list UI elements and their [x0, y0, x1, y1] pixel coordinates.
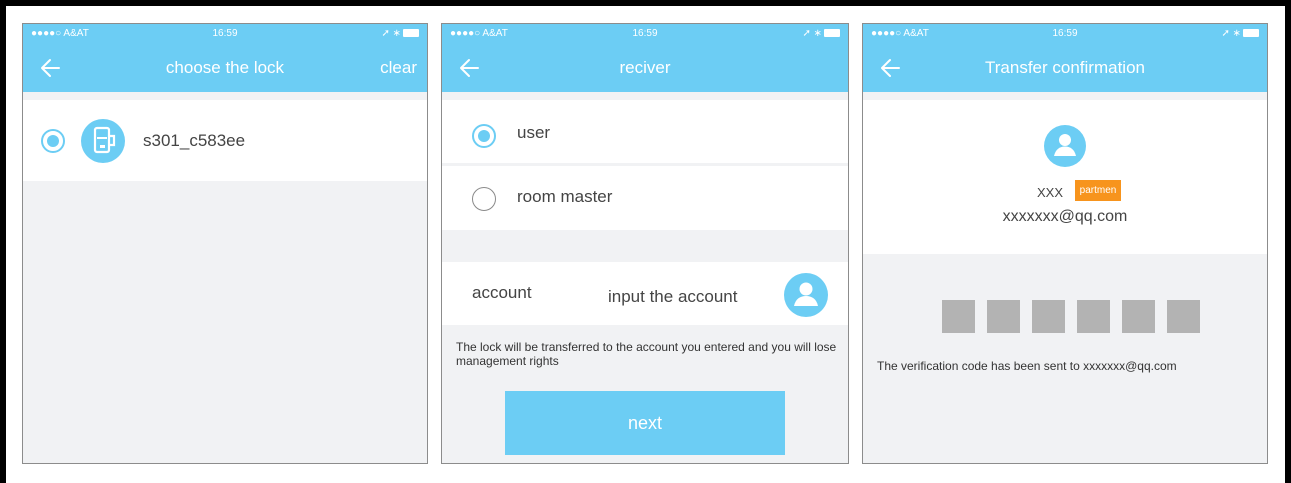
- account-row: account input the account: [442, 262, 848, 325]
- recipient-email: xxxxxxx@qq.com: [1002, 208, 1128, 225]
- nav-bar: reciver: [442, 44, 848, 92]
- lock-list-item[interactable]: s301_c583ee: [23, 100, 427, 181]
- screen-transfer-confirmation: ●●●●○ A&AT 16:59 ➚ ∗ Transfer confirmati…: [862, 23, 1268, 464]
- recipient-card: XXX partmen xxxxxxx@qq.com: [863, 100, 1267, 254]
- battery-icon: ➚ ∗: [802, 28, 840, 39]
- option-room-master-label: room master: [517, 187, 613, 206]
- screen-choose-lock: ●●●●○ A&AT 16:59 ➚ ∗ choose the lock cle…: [22, 23, 428, 464]
- page-title: choose the lock: [165, 58, 285, 77]
- page-title: reciver: [619, 58, 671, 77]
- status-bar: ●●●●○ A&AT 16:59 ➚ ∗: [23, 24, 427, 44]
- code-box: [942, 300, 975, 333]
- code-box: [1167, 300, 1200, 333]
- frame-border-right: [1285, 0, 1291, 483]
- recipient-avatar-icon: [1044, 125, 1086, 167]
- lock-name: s301_c583ee: [143, 131, 246, 150]
- nav-bar: choose the lock clear: [23, 44, 427, 92]
- option-user[interactable]: user: [442, 100, 848, 163]
- page-title: Transfer confirmation: [985, 58, 1145, 77]
- clear-button[interactable]: clear: [380, 58, 417, 78]
- code-box: [987, 300, 1020, 333]
- status-time: 16:59: [212, 28, 238, 39]
- option-room-master[interactable]: room master: [442, 166, 848, 230]
- code-box: [1077, 300, 1110, 333]
- code-box: [1122, 300, 1155, 333]
- code-box: [1032, 300, 1065, 333]
- role-badge: partmen: [1075, 180, 1121, 201]
- battery-icon: ➚ ∗: [381, 28, 419, 39]
- status-bar: ●●●●○ A&AT 16:59 ➚ ∗: [442, 24, 848, 44]
- room-master-radio[interactable]: [472, 187, 496, 211]
- next-button[interactable]: next: [505, 391, 785, 455]
- battery-icon: ➚ ∗: [1221, 28, 1259, 39]
- recipient-name: XXX: [1037, 185, 1064, 200]
- account-input[interactable]: input the account: [608, 287, 737, 307]
- status-time: 16:59: [1052, 28, 1078, 39]
- status-bar: ●●●●○ A&AT 16:59 ➚ ∗: [863, 24, 1267, 44]
- transfer-notice: The lock will be transferred to the acco…: [456, 340, 837, 368]
- nav-bar: Transfer confirmation: [863, 44, 1267, 92]
- screen-receiver: ●●●●○ A&AT 16:59 ➚ ∗ reciver user room m…: [441, 23, 849, 464]
- contact-icon[interactable]: [784, 273, 828, 317]
- user-radio[interactable]: [472, 124, 496, 148]
- frame-border-left: [0, 0, 6, 483]
- option-user-label: user: [517, 123, 551, 142]
- frame-border-top: [0, 0, 1291, 6]
- status-time: 16:59: [632, 28, 658, 39]
- lock-device-icon: [81, 119, 125, 163]
- lock-radio[interactable]: [41, 129, 65, 153]
- account-label: account: [472, 283, 532, 302]
- verification-message: The verification code has been sent to x…: [877, 359, 1177, 373]
